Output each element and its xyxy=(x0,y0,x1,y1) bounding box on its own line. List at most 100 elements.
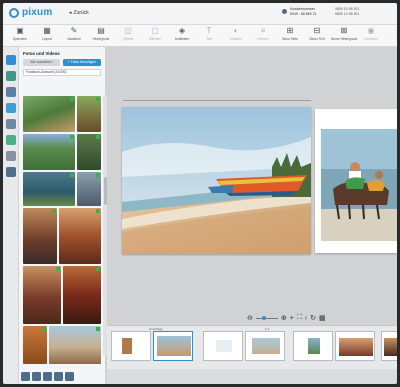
zoom-controls: ⊖ ⊕ + ⛶ › ↻ ▦ xyxy=(247,313,326,323)
check-icon xyxy=(96,135,100,139)
masks-icon[interactable] xyxy=(6,135,16,145)
account-info[interactable]: Kundennummer 0049 · 88 863 21 xyxy=(290,7,316,17)
toolbar-label: Vorschau xyxy=(364,37,378,41)
check-icon xyxy=(96,209,100,213)
zoom-slider[interactable] xyxy=(255,315,278,320)
thumb-photo xyxy=(339,338,373,356)
toolbar-label: Speichern xyxy=(12,37,28,41)
toolbar-new-page-button[interactable]: ⊞ Neue Seite xyxy=(277,27,303,45)
page-thumbnail-3[interactable] xyxy=(245,331,285,361)
page-thumbnail-4[interactable] xyxy=(293,331,333,361)
filter-icon[interactable] xyxy=(54,371,63,381)
toolbar-label: Text xyxy=(206,37,212,41)
app-logo[interactable]: pixum xyxy=(9,7,52,18)
check-icon xyxy=(52,209,56,213)
sort-icon[interactable] xyxy=(21,371,30,381)
toolbar-mask-button[interactable]: ◐ Masken xyxy=(223,27,249,45)
toolbar-clipart-button[interactable]: ◫ Cliparts xyxy=(115,27,141,45)
logo-text: pixum xyxy=(22,7,53,18)
toolbar-sticker-button[interactable]: ◈ Aufkleben xyxy=(169,27,195,45)
toolbar-label: Hintergrund xyxy=(92,37,110,41)
backgrounds-icon[interactable] xyxy=(6,87,16,97)
thumb-photo xyxy=(122,338,132,354)
photo-thumbnail[interactable] xyxy=(23,208,57,264)
cliparts-icon[interactable] xyxy=(6,103,16,113)
page-filmstrip: Umschlag 1 2 xyxy=(107,325,397,369)
arrow-right-icon[interactable]: › xyxy=(305,315,307,322)
photo-thumbnail[interactable] xyxy=(23,266,61,324)
toolbar-text-button[interactable]: T Text xyxy=(196,27,222,45)
toolbar-preview-button[interactable]: ◉ Vorschau xyxy=(358,27,384,45)
photo-thumbnail[interactable] xyxy=(77,96,101,132)
zoom-plus[interactable]: + xyxy=(290,315,294,322)
logo-icon xyxy=(9,7,19,18)
hotline-info: 0800 10 98 301 0800 10 98 301 xyxy=(335,7,359,17)
thumb-photo xyxy=(216,340,232,352)
toolbar-label: Aufkleben xyxy=(174,37,190,41)
back-button[interactable]: ◂ Zurück xyxy=(69,10,89,16)
check-icon xyxy=(56,267,60,271)
photo-thumbnail[interactable] xyxy=(23,172,75,206)
zoom-in-icon[interactable]: ⊕ xyxy=(281,314,287,322)
text-styles-icon[interactable] xyxy=(6,151,16,161)
toolbar-save-button[interactable]: ▣ Speichern xyxy=(7,27,33,45)
photo-thumbnail[interactable] xyxy=(59,208,101,264)
select-all-button[interactable]: Alle auswählen xyxy=(23,59,60,66)
page-thumbnail-6[interactable] xyxy=(381,331,397,361)
fit-screen-icon[interactable]: ⛶ xyxy=(297,314,302,322)
photo-thumbnail[interactable] xyxy=(77,134,101,170)
user-icon xyxy=(282,9,287,14)
toolbar-new-text-button[interactable]: ⊟ Neuer Text xyxy=(304,27,330,45)
thumb-photo xyxy=(308,338,320,354)
photo-thumbnail[interactable] xyxy=(23,96,75,132)
photo-thumbnail[interactable] xyxy=(23,134,75,170)
toolbar-layout-button[interactable]: ▦ Layout xyxy=(34,27,60,45)
new-page-icon: ⊞ xyxy=(286,26,294,35)
beach-boat-photo[interactable] xyxy=(122,107,311,254)
horses-photo[interactable] xyxy=(315,109,397,253)
frames-icon[interactable] xyxy=(6,119,16,129)
toolbar-label: Rahmen xyxy=(148,37,162,41)
back-label: Zurück xyxy=(73,10,89,16)
photo-thumbnail[interactable] xyxy=(23,326,47,364)
toolbar-new-background-button[interactable]: ⊠ Neuer Hintergrund xyxy=(331,27,357,45)
layouts-icon[interactable] xyxy=(6,71,16,81)
delete-icon[interactable] xyxy=(65,371,74,381)
list-view-icon[interactable] xyxy=(43,371,52,381)
add-photos-button[interactable]: + Fotos hinzufügen xyxy=(63,59,101,66)
sticker-icon: ◈ xyxy=(178,26,186,35)
page-ruler xyxy=(123,100,311,101)
grid-icon[interactable]: ▦ xyxy=(319,314,326,322)
page-thumbnail-2[interactable] xyxy=(203,331,243,361)
toolbar-frame-button[interactable]: ▢ Rahmen xyxy=(142,27,168,45)
grid-view-icon[interactable] xyxy=(32,371,41,381)
background-icon: ▤ xyxy=(97,26,105,35)
photo-thumbnail[interactable] xyxy=(49,326,101,364)
toolbar-label: Neue Seite xyxy=(282,37,298,41)
toolbar-label: Masken xyxy=(230,37,242,41)
toolbar-label: Assistent xyxy=(67,37,81,41)
album-select[interactable]: Fotobuch-Auswahl (24/200) xyxy=(23,69,101,76)
preview-icon: ◉ xyxy=(367,26,375,35)
photos-icon[interactable] xyxy=(6,55,16,65)
toolbar-layers-button[interactable]: ≡ Ebenen xyxy=(250,27,276,45)
page-thumbnail-1[interactable] xyxy=(153,331,193,361)
photo-thumbnail[interactable] xyxy=(63,266,101,324)
toolbar-label: Layout xyxy=(42,37,52,41)
toolbar-wand-button[interactable]: ✎ Assistent xyxy=(61,27,87,45)
page-left[interactable] xyxy=(122,107,311,254)
check-icon xyxy=(96,97,100,101)
new-text-icon: ⊟ xyxy=(313,26,321,35)
page-thumbnail-cover[interactable] xyxy=(111,331,151,361)
sidebar-rail xyxy=(3,47,19,384)
hotline-line-2: 0800 10 98 301 xyxy=(335,12,360,16)
photo-thumbnail[interactable] xyxy=(77,172,101,206)
toolbar-background-button[interactable]: ▤ Hintergrund xyxy=(88,27,114,45)
layers-icon: ≡ xyxy=(260,26,266,35)
rotate-icon[interactable]: ↻ xyxy=(310,314,316,322)
page-right[interactable] xyxy=(315,109,397,253)
settings-icon[interactable] xyxy=(6,167,16,177)
page-thumbnail-5[interactable] xyxy=(335,331,375,361)
zoom-out-icon[interactable]: ⊖ xyxy=(247,314,253,322)
zoom-slider-handle[interactable] xyxy=(261,315,266,320)
